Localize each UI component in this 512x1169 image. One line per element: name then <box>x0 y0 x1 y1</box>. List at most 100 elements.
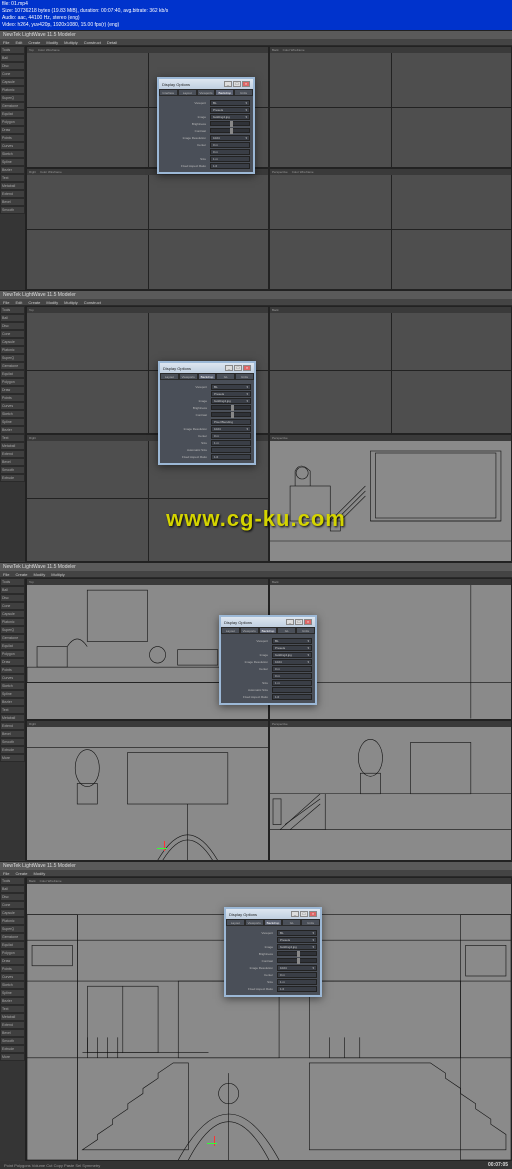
sidebar-button[interactable]: Platonic <box>0 86 25 94</box>
display-options-dialog[interactable]: Display Options _□× Layout Viewports Bac… <box>224 907 322 997</box>
sidebar-button[interactable]: Points <box>0 394 25 402</box>
minimize-icon[interactable]: _ <box>291 911 299 917</box>
sidebar-button[interactable]: Extrude <box>0 474 25 482</box>
tab-gl[interactable]: GL <box>282 919 301 926</box>
sidebar-button[interactable]: SuperQ <box>0 354 25 362</box>
menu-item[interactable]: Construct <box>84 300 101 304</box>
menu-item[interactable]: Modify <box>46 40 58 44</box>
tab-units[interactable]: Units <box>301 919 320 926</box>
sidebar-button[interactable]: Spline <box>0 158 25 166</box>
sidebar-button[interactable]: Ball <box>0 314 25 322</box>
tab-viewports[interactable]: Viewports <box>245 919 264 926</box>
sidebar-button[interactable]: Metaball <box>0 442 25 450</box>
menu-item[interactable]: Create <box>15 572 27 576</box>
contrast-slider[interactable] <box>210 128 250 133</box>
tab-gl[interactable]: GL <box>277 627 296 634</box>
sidebar-button[interactable]: Disc <box>0 62 25 70</box>
sidebar-button[interactable]: Bezier <box>0 426 25 434</box>
sidebar-button[interactable]: Draw <box>0 126 25 134</box>
tab-viewports[interactable]: Viewports <box>197 89 216 96</box>
dialog-titlebar[interactable]: Display Options _ □ × <box>159 79 253 89</box>
size-field[interactable]: 1 m <box>210 156 250 162</box>
viewport-perspective[interactable]: PerspectiveColor Wireframe <box>269 168 512 290</box>
tab-interface[interactable]: Interface <box>159 89 178 96</box>
sidebar-button[interactable]: Smooth <box>0 466 25 474</box>
sidebar-button[interactable]: Text <box>0 434 25 442</box>
auto-size-button[interactable] <box>211 447 251 453</box>
viewport-right[interactable]: RightColor Wireframe <box>26 168 269 290</box>
sidebar-button[interactable]: Extend <box>0 450 25 458</box>
tab-backdrop[interactable]: Backdrop <box>198 373 217 380</box>
center-field[interactable]: 0 m <box>210 142 250 148</box>
sidebar-button[interactable]: Gemstone <box>0 102 25 110</box>
menu-item[interactable]: Edit <box>15 300 22 304</box>
image-select[interactable]: building4.jpg <box>210 114 250 120</box>
tab-layout[interactable]: Layout <box>226 919 245 926</box>
presets-select[interactable]: Presets <box>210 107 250 113</box>
menu-item[interactable]: File <box>3 871 9 875</box>
sidebar-button[interactable]: Polygon <box>0 118 25 126</box>
viewport-right[interactable]: Right <box>26 720 269 862</box>
menu-bar[interactable]: File Create Modify Multiply <box>0 571 512 578</box>
viewport-back[interactable]: Back <box>269 306 512 434</box>
tab-layout[interactable]: Layout <box>178 89 197 96</box>
center-field[interactable]: 0 m <box>211 433 251 439</box>
sidebar-button[interactable]: Points <box>0 134 25 142</box>
minimize-icon[interactable]: _ <box>224 81 232 87</box>
viewport-select[interactable]: BL <box>211 384 251 390</box>
sidebar-button[interactable]: Equilat <box>0 370 25 378</box>
menu-item[interactable]: File <box>3 300 9 304</box>
tab-viewports[interactable]: Viewports <box>179 373 198 380</box>
sidebar-button[interactable]: Ball <box>0 54 25 62</box>
menu-item[interactable]: Create <box>28 40 40 44</box>
image-res-select[interactable]: 1024 <box>211 426 251 432</box>
tab-gl[interactable]: GL <box>216 373 235 380</box>
menu-item[interactable]: Edit <box>15 40 22 44</box>
brightness-slider[interactable] <box>211 405 251 410</box>
menu-item[interactable]: Modify <box>33 572 45 576</box>
menu-item[interactable]: Detail <box>107 40 117 44</box>
menu-item[interactable]: Multiply <box>64 40 78 44</box>
tab-layout[interactable]: Layout <box>160 373 179 380</box>
close-icon[interactable]: × <box>243 365 251 371</box>
close-icon[interactable]: × <box>309 911 317 917</box>
minimize-icon[interactable]: _ <box>286 619 294 625</box>
menu-item[interactable]: File <box>3 40 9 44</box>
dialog-titlebar[interactable]: Display Options _□× <box>221 617 315 627</box>
image-select[interactable]: building4.jpg <box>211 398 251 404</box>
sidebar-button[interactable]: Polygon <box>0 378 25 386</box>
sidebar-button[interactable]: Sketch <box>0 410 25 418</box>
maximize-icon[interactable]: □ <box>300 911 308 917</box>
pixel-blending-check[interactable]: Pixel Blending <box>211 419 251 425</box>
display-options-dialog[interactable]: Display Options _□× Layout Viewports Bac… <box>158 361 256 465</box>
sidebar-button[interactable]: Bevel <box>0 458 25 466</box>
sidebar-button[interactable]: Smooth <box>0 206 25 214</box>
menu-bar[interactable]: File Edit Create Modify Multiply Constru… <box>0 39 512 46</box>
display-options-dialog[interactable]: Display Options _ □ × Interface Layout V… <box>157 77 255 174</box>
minimize-icon[interactable]: _ <box>225 365 233 371</box>
display-options-dialog[interactable]: Display Options _□× Layout Viewports Bac… <box>219 615 317 705</box>
viewport-perspective[interactable]: Perspective <box>269 720 512 862</box>
sidebar-button[interactable]: Tools <box>0 306 25 314</box>
viewport-select[interactable]: BL <box>210 100 250 106</box>
menu-item[interactable]: Construct <box>84 40 101 44</box>
tab-units[interactable]: Units <box>235 373 254 380</box>
sidebar-button[interactable]: Gemstone <box>0 362 25 370</box>
dialog-titlebar[interactable]: Display Options _□× <box>226 909 320 919</box>
sidebar-button[interactable]: Capsule <box>0 338 25 346</box>
viewport-back[interactable]: BackColor Wireframe <box>269 46 512 168</box>
sidebar-button[interactable]: Spline <box>0 418 25 426</box>
sidebar-button[interactable]: Curves <box>0 402 25 410</box>
sidebar-button[interactable]: Metaball <box>0 182 25 190</box>
close-icon[interactable]: × <box>242 81 250 87</box>
image-res-select[interactable]: 1024 <box>210 135 250 141</box>
sidebar-button[interactable]: Disc <box>0 322 25 330</box>
close-icon[interactable]: × <box>304 619 312 625</box>
menu-item[interactable]: Create <box>28 300 40 304</box>
menu-bar[interactable]: File Create Modify <box>0 870 512 877</box>
menu-item[interactable]: Modify <box>33 871 45 875</box>
tab-units[interactable]: Units <box>234 89 253 96</box>
sidebar-button[interactable]: SuperQ <box>0 94 25 102</box>
sidebar-button[interactable]: Cone <box>0 70 25 78</box>
sidebar-button[interactable]: Capsule <box>0 78 25 86</box>
